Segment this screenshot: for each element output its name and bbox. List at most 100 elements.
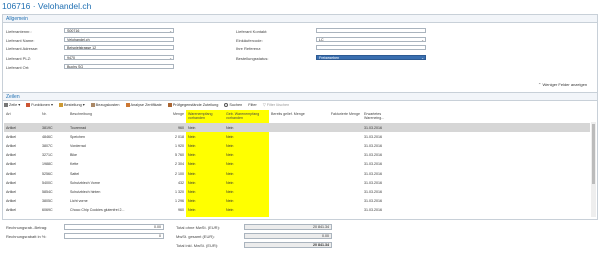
cell-expected-date[interactable] <box>362 215 402 217</box>
vendor-no-input[interactable]: S00716 ⌄ <box>64 28 174 33</box>
cell-type[interactable]: Artikel <box>4 160 40 169</box>
column-header[interactable]: Geb. Warenempfang vorhanden <box>224 110 269 123</box>
cell-description[interactable]: Tourenrad <box>68 123 150 133</box>
order-menu-button[interactable]: Bestellung ▾ <box>58 102 85 107</box>
cell-received-qty[interactable] <box>269 151 326 160</box>
cell-invoiced-qty[interactable] <box>326 178 362 187</box>
cell-quantity[interactable]: 5 760 <box>150 151 186 160</box>
cell-no[interactable]: 6069C <box>40 206 68 215</box>
cell-no[interactable] <box>40 215 68 217</box>
column-header[interactable]: Art <box>4 110 40 123</box>
cell-posted-receipt[interactable]: Nein <box>224 159 269 169</box>
cell-expected-date[interactable]: 31.03.2016 <box>362 160 402 169</box>
cell-invoiced-qty[interactable] <box>326 151 362 160</box>
cell-quantity[interactable]: 2 100 <box>150 169 186 178</box>
cell-receipt[interactable]: Nein <box>186 187 224 197</box>
cell-expected-date[interactable]: 31.03.2016 <box>362 187 402 196</box>
cell-invoiced-qty[interactable] <box>326 123 362 133</box>
vendor-address-input[interactable]: Beispielstrasse 12 <box>64 45 174 50</box>
cell-received-qty[interactable] <box>269 197 326 206</box>
cell-type[interactable]: Artikel <box>4 141 40 150</box>
search-button[interactable]: Suchen <box>224 102 242 107</box>
filter-button[interactable]: Filter <box>248 103 256 107</box>
cell-receipt[interactable]: Nein <box>186 178 224 188</box>
general-header[interactable]: Allgemein <box>3 15 597 23</box>
cell-quantity[interactable]: 432 <box>150 178 186 187</box>
functions-menu-button[interactable]: Funktionen ▾ <box>26 102 53 107</box>
cell-posted-receipt[interactable]: Nein <box>224 187 269 197</box>
table-row[interactable]: Artikel 5256C Sattel 2 100 Nein Nein 31.03.201… <box>4 168 590 179</box>
cell-description[interactable] <box>68 215 150 217</box>
cell-no[interactable]: 3805C <box>40 197 68 206</box>
column-header[interactable]: Warenempfang vorhanden <box>186 110 224 123</box>
cell-posted-receipt[interactable]: Nein <box>224 196 269 206</box>
vendor-name-input[interactable]: Velohandel.ch <box>64 37 174 42</box>
cell-invoiced-qty[interactable] <box>326 197 362 206</box>
cell-type[interactable] <box>4 215 40 217</box>
cell-quantity[interactable]: 1 320 <box>150 187 186 196</box>
cell-type[interactable]: Artikel <box>4 187 40 196</box>
cell-invoiced-qty[interactable] <box>326 206 362 215</box>
chevron-down-icon[interactable]: ⌄ <box>421 38 424 41</box>
cell-received-qty[interactable] <box>269 123 326 133</box>
chevron-down-icon[interactable]: ⌄ <box>169 56 172 59</box>
cell-no[interactable]: 5400C <box>40 178 68 187</box>
vertical-scrollbar[interactable] <box>591 122 596 217</box>
vendor-contact-input[interactable] <box>316 28 426 33</box>
cell-description[interactable]: Vorderrad <box>68 141 150 150</box>
cell-no[interactable]: 5256C <box>40 169 68 178</box>
cell-posted-receipt[interactable]: Nein <box>224 150 269 160</box>
cell-received-qty[interactable] <box>269 169 326 178</box>
cell-received-qty[interactable] <box>269 206 326 215</box>
cell-posted-receipt[interactable]: Nein <box>224 123 269 133</box>
column-header[interactable]: Erwartetes Wareneing... <box>362 110 402 123</box>
table-row[interactable]: Artikel 3805C Licht vorne 1 296 Nein Nein 31.0… <box>4 196 590 206</box>
cell-type[interactable]: Artikel <box>4 197 40 206</box>
table-row[interactable]: Artikel 4846C Speichen 2 018 Nein Nein 31.03.2… <box>4 132 590 142</box>
cell-quantity[interactable]: 960 <box>150 206 186 215</box>
column-header[interactable]: Bereits gelief. Menge <box>269 110 326 123</box>
table-row[interactable]: Artikel 5400C Schutzblech Vorne 432 Nein Nein… <box>4 178 590 188</box>
cell-no[interactable]: 3271C <box>40 151 68 160</box>
cell-receipt[interactable]: Nein <box>186 123 224 133</box>
cell-posted-receipt[interactable] <box>224 214 269 217</box>
cell-quantity[interactable] <box>150 215 186 217</box>
chevron-down-icon[interactable]: ⌄ <box>421 56 424 59</box>
cell-description[interactable]: Schutzblech Vorne <box>68 178 150 187</box>
cell-type[interactable]: Artikel <box>4 132 40 141</box>
cell-receipt[interactable]: Nein <box>186 159 224 169</box>
cell-receipt[interactable]: Nein <box>186 150 224 160</box>
table-row[interactable]: Artikel 6069C Choco Chip Cookies glutenfre… <box>4 205 590 215</box>
cell-expected-date[interactable]: 31.03.2016 <box>362 206 402 215</box>
cell-invoiced-qty[interactable] <box>326 141 362 150</box>
lines-header[interactable]: Zeilen <box>3 93 597 101</box>
cell-no[interactable]: 1988C <box>40 160 68 169</box>
cell-no[interactable]: 5854C <box>40 187 68 196</box>
cell-invoiced-qty[interactable] <box>326 169 362 178</box>
cell-posted-receipt[interactable]: Nein <box>224 132 269 142</box>
clear-filter-button[interactable]: ▽ Filter löschen <box>263 102 290 107</box>
vendor-city-input[interactable]: Buchs SG <box>64 64 174 69</box>
cell-received-qty[interactable] <box>269 178 326 187</box>
cell-quantity[interactable]: 960 <box>150 123 186 133</box>
cell-receipt[interactable]: Nein <box>186 168 224 179</box>
cell-received-qty[interactable] <box>269 187 326 196</box>
cell-posted-receipt[interactable]: Nein <box>224 178 269 188</box>
less-fields-link[interactable]: ⌃ Weniger Felder anzeigen <box>538 82 587 87</box>
cell-quantity[interactable]: 2 018 <box>150 132 186 141</box>
cell-description[interactable]: Sattel <box>68 169 150 178</box>
cell-expected-date[interactable]: 31.03.2016 <box>362 169 402 178</box>
cell-posted-receipt[interactable]: Nein <box>224 141 269 151</box>
cell-posted-receipt[interactable]: Nein <box>224 205 269 215</box>
vendor-zip-input[interactable]: 9470 ⌄ <box>64 55 174 60</box>
table-row[interactable]: Artikel 5854C Schutzblech hinten 1 320 Nein N… <box>4 187 590 197</box>
cell-type[interactable]: Artikel <box>4 206 40 215</box>
cell-receipt[interactable]: Nein <box>186 132 224 142</box>
cell-description[interactable]: Kette <box>68 160 150 169</box>
order-status-select[interactable]: Freigegeben ⌄ <box>316 55 426 60</box>
cell-receipt[interactable]: Nein <box>186 205 224 215</box>
cell-invoiced-qty[interactable] <box>326 132 362 141</box>
your-reference-input[interactable] <box>316 45 426 50</box>
cell-quantity[interactable]: 1 920 <box>150 141 186 150</box>
cell-invoiced-qty[interactable] <box>326 187 362 196</box>
